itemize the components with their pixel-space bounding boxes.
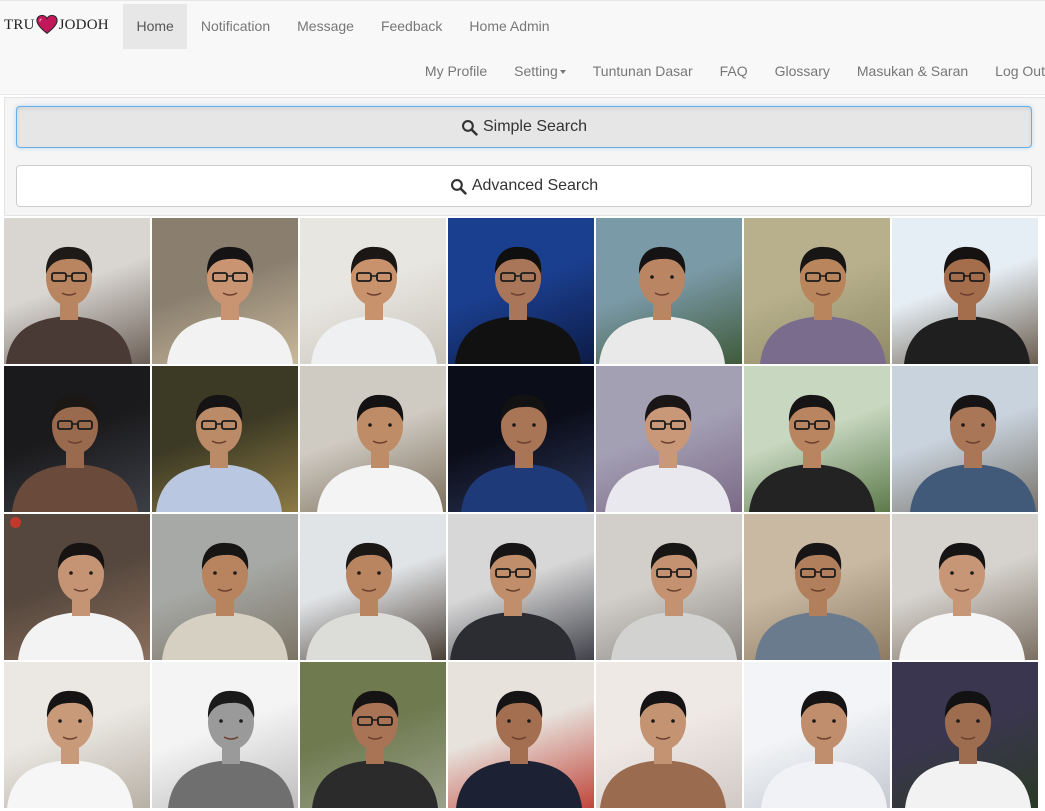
person-silhouette — [761, 690, 887, 808]
search-icon — [450, 178, 467, 195]
profile-photo[interactable] — [892, 218, 1038, 364]
person-silhouette — [599, 246, 725, 364]
person-silhouette — [317, 394, 443, 512]
profile-photo[interactable] — [448, 366, 594, 512]
profile-photo[interactable] — [152, 218, 298, 364]
profile-photo[interactable] — [448, 514, 594, 660]
person-silhouette — [156, 394, 282, 512]
person-silhouette — [306, 542, 432, 660]
person-silhouette — [456, 690, 582, 808]
person-silhouette — [7, 690, 133, 808]
secondary-nav: My Profile Setting Tuntunan Dasar FAQ Gl… — [411, 49, 1045, 94]
profile-photo[interactable] — [300, 662, 446, 808]
profile-photo[interactable] — [744, 366, 890, 512]
profile-photo[interactable] — [892, 514, 1038, 660]
profile-photo[interactable] — [596, 218, 742, 364]
profile-photo[interactable] — [596, 366, 742, 512]
nav-faq[interactable]: FAQ — [706, 49, 761, 94]
profile-photo-grid — [4, 218, 1045, 811]
person-silhouette — [6, 246, 132, 364]
profile-photo[interactable] — [744, 514, 890, 660]
person-silhouette — [760, 246, 886, 364]
profile-photo[interactable] — [4, 662, 150, 808]
person-silhouette — [450, 542, 576, 660]
profile-photo[interactable] — [448, 662, 594, 808]
nav-log-out[interactable]: Log Out — [982, 49, 1045, 94]
profile-photo[interactable] — [4, 514, 150, 660]
person-silhouette — [755, 542, 881, 660]
person-silhouette — [168, 690, 294, 808]
profile-photo[interactable] — [300, 366, 446, 512]
simple-search-label: Simple Search — [482, 118, 588, 135]
profile-photo[interactable] — [300, 218, 446, 364]
nav-glossary[interactable]: Glossary — [761, 49, 843, 94]
nav-feedback[interactable]: Feedback — [367, 4, 455, 49]
nav-masukan-saran[interactable]: Masukan & Saran — [843, 49, 981, 94]
person-silhouette — [18, 542, 144, 660]
person-silhouette — [611, 542, 737, 660]
nav-my-profile[interactable]: My Profile — [411, 49, 500, 94]
heart-icon — [35, 14, 58, 34]
brand-right-text: JODOH — [58, 16, 109, 33]
profile-photo[interactable] — [4, 366, 150, 512]
profile-photo[interactable] — [892, 366, 1038, 512]
person-silhouette — [899, 542, 1025, 660]
simple-search-button[interactable]: Simple Search — [16, 106, 1032, 148]
person-silhouette — [904, 246, 1030, 364]
person-silhouette — [162, 542, 288, 660]
nav-tuntunan-dasar[interactable]: Tuntunan Dasar — [579, 49, 706, 94]
person-silhouette — [910, 394, 1036, 512]
person-silhouette — [312, 690, 438, 808]
advanced-search-button[interactable]: Advanced Search — [16, 165, 1032, 207]
profile-photo[interactable] — [152, 366, 298, 512]
nav-notification[interactable]: Notification — [187, 4, 283, 49]
person-silhouette — [605, 394, 731, 512]
profile-photo[interactable] — [152, 514, 298, 660]
profile-photo[interactable] — [4, 218, 150, 364]
search-icon — [461, 119, 478, 136]
profile-photo[interactable] — [596, 514, 742, 660]
profile-photo[interactable] — [744, 662, 890, 808]
online-status-dot — [10, 517, 21, 528]
nav-setting-dropdown[interactable]: Setting — [501, 49, 580, 94]
person-silhouette — [455, 246, 581, 364]
primary-nav: Home Notification Message Feedback Home … — [123, 4, 563, 49]
advanced-search-label: Advanced Search — [471, 177, 599, 194]
person-silhouette — [461, 394, 587, 512]
profile-photo[interactable] — [744, 218, 890, 364]
person-silhouette — [311, 246, 437, 364]
profile-photo[interactable] — [152, 662, 298, 808]
person-silhouette — [167, 246, 293, 364]
person-silhouette — [905, 690, 1031, 808]
nav-home[interactable]: Home — [123, 4, 188, 49]
profile-photo[interactable] — [300, 514, 446, 660]
nav-home-admin[interactable]: Home Admin — [456, 4, 563, 49]
profile-photo[interactable] — [448, 218, 594, 364]
search-panel: Simple Search Advanced Search — [4, 97, 1045, 216]
nav-setting-label: Setting — [514, 63, 558, 79]
navbar: TRU JODOH Home Notification Message Feed… — [0, 0, 1045, 95]
person-silhouette — [749, 394, 875, 512]
brand-logo[interactable]: TRU JODOH — [4, 13, 109, 37]
profile-photo[interactable] — [892, 662, 1038, 808]
caret-down-icon — [559, 70, 566, 75]
profile-photo[interactable] — [596, 662, 742, 808]
person-silhouette — [600, 690, 726, 808]
brand-left-text: TRU — [4, 16, 35, 33]
nav-message[interactable]: Message — [284, 4, 368, 49]
person-silhouette — [12, 394, 138, 512]
